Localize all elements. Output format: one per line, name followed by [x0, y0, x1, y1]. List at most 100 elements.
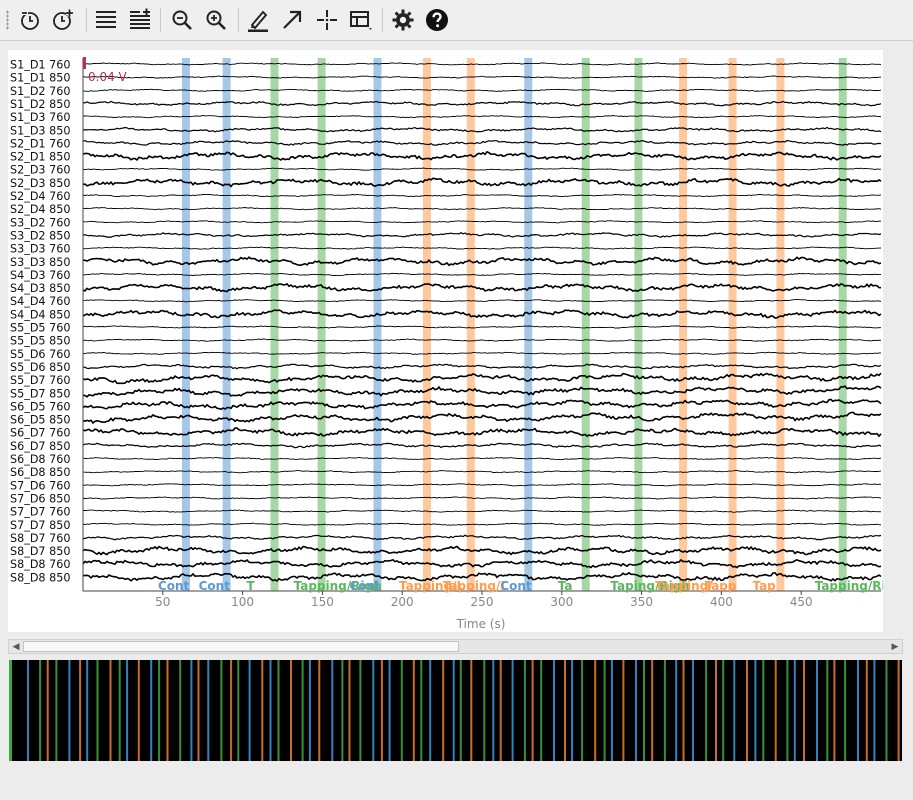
- annotation-band[interactable]: [181, 58, 190, 591]
- channel-trace: [82, 496, 882, 500]
- clock-minus-icon: [21, 11, 39, 30]
- channel-trace: [82, 100, 882, 107]
- overview-annotation-mark: [459, 660, 462, 761]
- scroll-left-button[interactable]: ◀: [9, 640, 23, 653]
- channel-trace: [82, 75, 881, 79]
- channel-label: S2_D3 850: [10, 177, 70, 190]
- channel-trace: [82, 372, 882, 385]
- help-button[interactable]: [422, 5, 452, 35]
- overview-annotation-mark: [150, 660, 153, 761]
- x-tick-label: 450: [790, 595, 813, 609]
- channel-label: S1_D1 760: [10, 59, 70, 72]
- channel-label: S2_D1 760: [10, 137, 70, 150]
- settings-button[interactable]: [388, 5, 418, 35]
- overview-annotation-mark: [833, 660, 836, 761]
- channel-trace: [82, 282, 882, 293]
- annotation-band[interactable]: [317, 58, 326, 591]
- overview-annotation-mark: [722, 660, 725, 761]
- channel-label: S5_D7 760: [10, 374, 70, 387]
- overview-annotation-mark: [635, 660, 637, 761]
- channel-trace: [82, 522, 882, 526]
- overview-annotation-mark: [27, 660, 29, 761]
- overview-annotation-mark: [540, 660, 543, 761]
- overview-annotation-mark: [429, 660, 432, 761]
- overview-annotation-mark: [762, 660, 765, 761]
- channel-label: S8_D8 850: [10, 571, 70, 584]
- increase-duration-button[interactable]: [48, 5, 78, 35]
- overview-annotation-mark: [79, 660, 82, 761]
- channel-label: S2_D3 760: [10, 164, 70, 177]
- overview-annotation-mark: [372, 660, 375, 761]
- overview-annotation-mark: [220, 660, 223, 761]
- channel-trace: [82, 167, 881, 171]
- overview-annotation-mark: [682, 660, 685, 761]
- overview-annotation-mark: [412, 660, 415, 761]
- overview-annotation-mark: [118, 660, 121, 761]
- increase-channels-button[interactable]: [125, 5, 155, 35]
- mark-button[interactable]: [277, 5, 307, 35]
- channel-label: S2_D4 850: [10, 203, 70, 216]
- annotation-band[interactable]: [373, 58, 382, 591]
- channel-trace: [82, 545, 882, 556]
- channel-traces: [82, 62, 882, 583]
- lines-minus-icon: [96, 11, 116, 28]
- overview-annotation-mark: [885, 660, 888, 761]
- channel-trace: [82, 150, 882, 161]
- channel-trace: [83, 509, 882, 513]
- x-tick-label: 400: [710, 595, 733, 609]
- annotation-band[interactable]: [634, 58, 643, 591]
- channel-label: S2_D1 850: [10, 151, 70, 164]
- x-tick-label: 150: [311, 595, 334, 609]
- overview-annotation-mark: [380, 660, 383, 761]
- channel-label: S4_D4 760: [10, 295, 70, 308]
- zoom-out-button[interactable]: [167, 5, 197, 35]
- channel-label: S1_D1 850: [10, 72, 70, 85]
- overview-annotation-mark: [137, 660, 140, 761]
- annotation-mode-button[interactable]: [243, 5, 273, 35]
- overview-annotation-mark: [581, 660, 584, 761]
- annotation-label: T: [247, 579, 256, 593]
- channel-label: S2_D4 760: [10, 190, 70, 203]
- channel-label: S5_D5 850: [10, 335, 70, 348]
- arrow-icon: [283, 10, 302, 29]
- overview-icon: [350, 11, 372, 30]
- overview-annotation-mark: [786, 660, 789, 761]
- channel-label: S6_D7 760: [10, 427, 70, 440]
- overview-annotation-mark: [470, 660, 473, 761]
- annotation-band[interactable]: [581, 58, 590, 591]
- overview-annotation-mark: [290, 660, 292, 761]
- scroll-right-button[interactable]: ▶: [888, 640, 902, 653]
- crosshair-button[interactable]: [312, 5, 342, 35]
- overview-annotation-mark: [705, 660, 708, 761]
- overview-bar-button[interactable]: [346, 5, 376, 35]
- overview-bar[interactable]: [9, 660, 902, 761]
- overview-annotation-mark: [248, 660, 251, 761]
- annotation-band[interactable]: [524, 58, 533, 591]
- overview-annotation-mark: [400, 660, 403, 761]
- channel-label: S6_D8 850: [10, 466, 70, 479]
- overview-annotation-mark: [492, 660, 495, 761]
- channel-trace: [82, 299, 882, 303]
- overview-annotation-mark: [442, 660, 445, 761]
- x-tick-label: 300: [550, 595, 573, 609]
- annotation-label: Cont: [158, 579, 190, 593]
- decrease-channels-button[interactable]: [91, 5, 121, 35]
- overview-annotation-mark: [774, 660, 777, 761]
- annotation-band[interactable]: [728, 58, 737, 591]
- overview-annotation-mark: [55, 660, 58, 761]
- raw-data-plot[interactable]: S1_D1 760 S1_D1 850 S1_D2 760 S1_D2 850 S1_D…: [8, 50, 883, 632]
- overview-annotation-mark: [318, 660, 321, 761]
- overview-annotation-mark: [230, 660, 233, 761]
- overview-annotation-mark: [158, 660, 161, 761]
- decrease-duration-button[interactable]: [16, 5, 46, 35]
- channel-label: S6_D5 760: [10, 400, 70, 413]
- zoom-in-button[interactable]: [201, 5, 231, 35]
- channel-trace: [82, 207, 882, 211]
- overview-annotation-mark: [865, 660, 868, 761]
- overview-annotation-mark: [816, 660, 818, 761]
- toolbar-grip[interactable]: [6, 10, 9, 30]
- time-scrollbar[interactable]: ◀ ▶: [8, 639, 903, 654]
- zoom-out-icon: [172, 10, 192, 30]
- x-axis-ticks: 50 100 150 200 250 300 350 400 450: [155, 591, 813, 609]
- scrollbar-thumb[interactable]: [23, 641, 459, 652]
